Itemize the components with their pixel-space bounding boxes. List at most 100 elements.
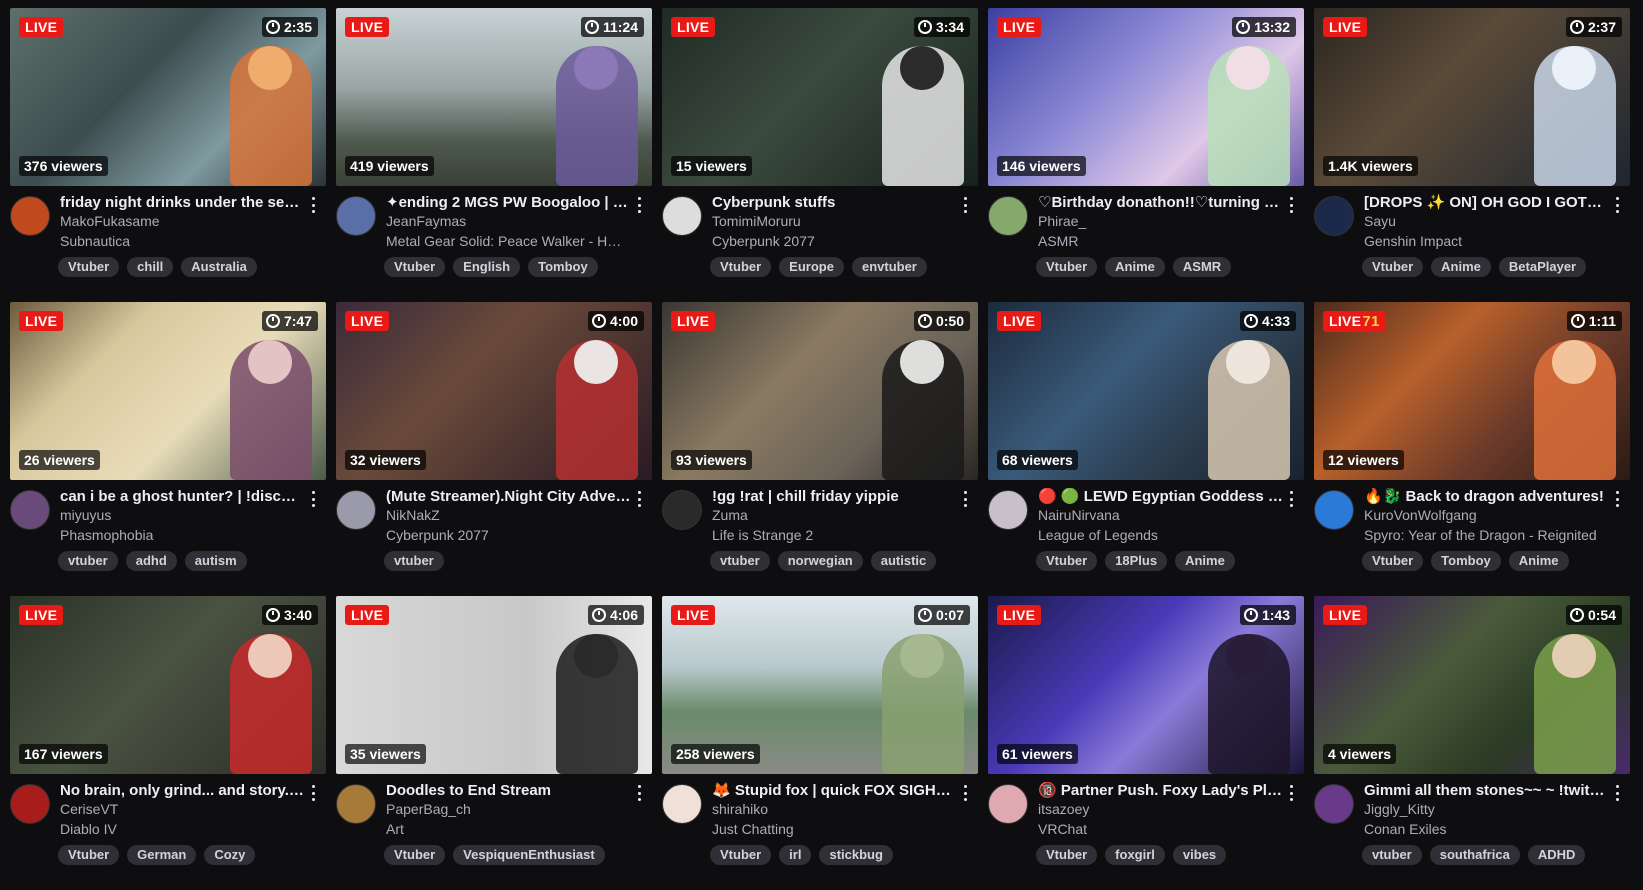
tag-chip[interactable]: 18Plus — [1105, 551, 1168, 571]
game-category[interactable]: Metal Gear Solid: Peace Walker - HD ... — [386, 232, 631, 250]
tag-chip[interactable]: ASMR — [1172, 257, 1232, 277]
more-options-icon[interactable] — [1284, 490, 1298, 508]
game-category[interactable]: Subnautica — [60, 232, 305, 250]
more-options-icon[interactable] — [632, 490, 646, 508]
more-options-icon[interactable] — [306, 490, 320, 508]
stream-card[interactable]: LIVE 13:32 146 viewers ♡Birthday donatho… — [988, 8, 1304, 302]
channel-avatar[interactable] — [1314, 196, 1354, 236]
channel-avatar[interactable] — [1314, 490, 1354, 530]
channel-name[interactable]: JeanFaymas — [386, 212, 631, 230]
tag-chip[interactable]: Tomboy — [528, 257, 598, 277]
stream-title[interactable]: can i be a ghost hunter? | !discord... — [60, 488, 305, 506]
tag-chip[interactable]: Vtuber — [710, 257, 772, 277]
stream-card[interactable]: LIVE 7:47 26 viewers can i be a ghost hu… — [10, 302, 326, 596]
stream-title[interactable]: No brain, only grind... and story. D... — [60, 782, 305, 800]
channel-name[interactable]: PaperBag_ch — [386, 800, 631, 818]
tag-chip[interactable]: stickbug — [819, 845, 893, 865]
more-options-icon[interactable] — [1610, 490, 1624, 508]
stream-thumbnail[interactable]: LIVE 4:06 35 viewers — [336, 596, 652, 774]
channel-avatar[interactable] — [10, 196, 50, 236]
game-category[interactable]: Spyro: Year of the Dragon - Reignited — [1364, 526, 1609, 544]
game-category[interactable]: VRChat — [1038, 820, 1283, 838]
stream-card[interactable]: LIVE 3:34 15 viewers Cyberpunk stuffs To… — [662, 8, 978, 302]
game-category[interactable]: Conan Exiles — [1364, 820, 1609, 838]
stream-card[interactable]: LIVE 0:07 258 viewers 🦊 Stupid fox | qui… — [662, 596, 978, 890]
stream-thumbnail[interactable]: LIVE 0:50 93 viewers — [662, 302, 978, 480]
stream-thumbnail[interactable]: LIVE 0:54 4 viewers — [1314, 596, 1630, 774]
tag-chip[interactable]: autism — [184, 551, 247, 571]
stream-title[interactable]: ✦ending 2 MGS PW Boogaloo | !Y... — [386, 194, 631, 212]
more-options-icon[interactable] — [306, 784, 320, 802]
channel-name[interactable]: NikNakZ — [386, 506, 631, 524]
stream-thumbnail[interactable]: LIVE 11:24 419 viewers — [336, 8, 652, 186]
stream-card[interactable]: LIVE71 1:11 12 viewers 🔥🐉 Back to dragon… — [1314, 302, 1630, 596]
tag-chip[interactable]: Vtuber — [58, 257, 120, 277]
tag-chip[interactable]: Vtuber — [384, 257, 446, 277]
tag-chip[interactable]: Vtuber — [1362, 257, 1424, 277]
tag-chip[interactable]: vtuber — [384, 551, 444, 571]
stream-title[interactable]: Doodles to End Stream — [386, 782, 631, 800]
channel-avatar[interactable] — [988, 490, 1028, 530]
more-options-icon[interactable] — [632, 784, 646, 802]
game-category[interactable]: Cyberpunk 2077 — [386, 526, 631, 544]
channel-name[interactable]: NairuNirvana — [1038, 506, 1283, 524]
channel-avatar[interactable] — [336, 784, 376, 824]
more-options-icon[interactable] — [1284, 196, 1298, 214]
stream-title[interactable]: friday night drinks under the sea (... — [60, 194, 305, 212]
stream-thumbnail[interactable]: LIVE 3:40 167 viewers — [10, 596, 326, 774]
game-category[interactable]: Life is Strange 2 — [712, 526, 957, 544]
stream-card[interactable]: LIVE 4:33 68 viewers 🔴 🟢 LEWD Egyptian G… — [988, 302, 1304, 596]
tag-chip[interactable]: Anime — [1508, 551, 1569, 571]
channel-avatar[interactable] — [662, 196, 702, 236]
tag-chip[interactable]: German — [127, 845, 197, 865]
stream-title[interactable]: [DROPS ✨ ON] OH GOD I GOTTA ... — [1364, 194, 1609, 212]
stream-title[interactable]: (Mute Streamer).Night City Adven... — [386, 488, 631, 506]
channel-avatar[interactable] — [988, 196, 1028, 236]
tag-chip[interactable]: Vtuber — [384, 845, 446, 865]
stream-title[interactable]: !gg !rat | chill friday yippie — [712, 488, 957, 506]
stream-thumbnail[interactable]: LIVE 4:33 68 viewers — [988, 302, 1304, 480]
stream-title[interactable]: 🔴 🟢 LEWD Egyptian Goddess ba... — [1038, 488, 1283, 506]
channel-avatar[interactable] — [1314, 784, 1354, 824]
stream-card[interactable]: LIVE 2:35 376 viewers friday night drink… — [10, 8, 326, 302]
stream-card[interactable]: LIVE 0:50 93 viewers !gg !rat | chill fr… — [662, 302, 978, 596]
stream-thumbnail[interactable]: LIVE71 1:11 12 viewers — [1314, 302, 1630, 480]
channel-name[interactable]: shirahiko — [712, 800, 957, 818]
channel-avatar[interactable] — [10, 490, 50, 530]
tag-chip[interactable]: norwegian — [777, 551, 863, 571]
tag-chip[interactable]: Tomboy — [1431, 551, 1501, 571]
tag-chip[interactable]: southafrica — [1429, 845, 1520, 865]
game-category[interactable]: Cyberpunk 2077 — [712, 232, 957, 250]
tag-chip[interactable]: Anime — [1105, 257, 1165, 277]
tag-chip[interactable]: vtuber — [58, 551, 118, 571]
stream-card[interactable]: LIVE 1:43 61 viewers 🔞 Partner Push. Fox… — [988, 596, 1304, 890]
stream-thumbnail[interactable]: LIVE 0:07 258 viewers — [662, 596, 978, 774]
channel-name[interactable]: Phirae_ — [1038, 212, 1283, 230]
stream-title[interactable]: Cyberpunk stuffs — [712, 194, 957, 212]
more-options-icon[interactable] — [306, 196, 320, 214]
tag-chip[interactable]: VespiquenEnthusiast — [453, 845, 605, 865]
channel-avatar[interactable] — [10, 784, 50, 824]
tag-chip[interactable]: Vtuber — [710, 845, 772, 865]
stream-thumbnail[interactable]: LIVE 4:00 32 viewers — [336, 302, 652, 480]
stream-thumbnail[interactable]: LIVE 2:37 1.4K viewers — [1314, 8, 1630, 186]
more-options-icon[interactable] — [958, 490, 972, 508]
tag-chip[interactable]: Australia — [181, 257, 257, 277]
tag-chip[interactable]: Vtuber — [1362, 551, 1424, 571]
channel-name[interactable]: TomimiMoruru — [712, 212, 957, 230]
tag-chip[interactable]: vtuber — [1362, 845, 1422, 865]
stream-card[interactable]: LIVE 11:24 419 viewers ✦ending 2 MGS PW … — [336, 8, 652, 302]
game-category[interactable]: Art — [386, 820, 631, 838]
tag-chip[interactable]: envtuber — [851, 257, 927, 277]
channel-name[interactable]: miyuyus — [60, 506, 305, 524]
tag-chip[interactable]: chill — [127, 257, 174, 277]
more-options-icon[interactable] — [958, 196, 972, 214]
stream-title[interactable]: ♡Birthday donathon!!♡turning 19 ... — [1038, 194, 1283, 212]
stream-title[interactable]: 🦊 Stupid fox | quick FOX SIGHTI... — [712, 782, 957, 800]
channel-avatar[interactable] — [988, 784, 1028, 824]
channel-name[interactable]: KuroVonWolfgang — [1364, 506, 1609, 524]
tag-chip[interactable]: Vtuber — [1036, 257, 1098, 277]
tag-chip[interactable]: Vtuber — [1036, 845, 1098, 865]
tag-chip[interactable]: Anime — [1175, 551, 1235, 571]
tag-chip[interactable]: vibes — [1172, 845, 1227, 865]
